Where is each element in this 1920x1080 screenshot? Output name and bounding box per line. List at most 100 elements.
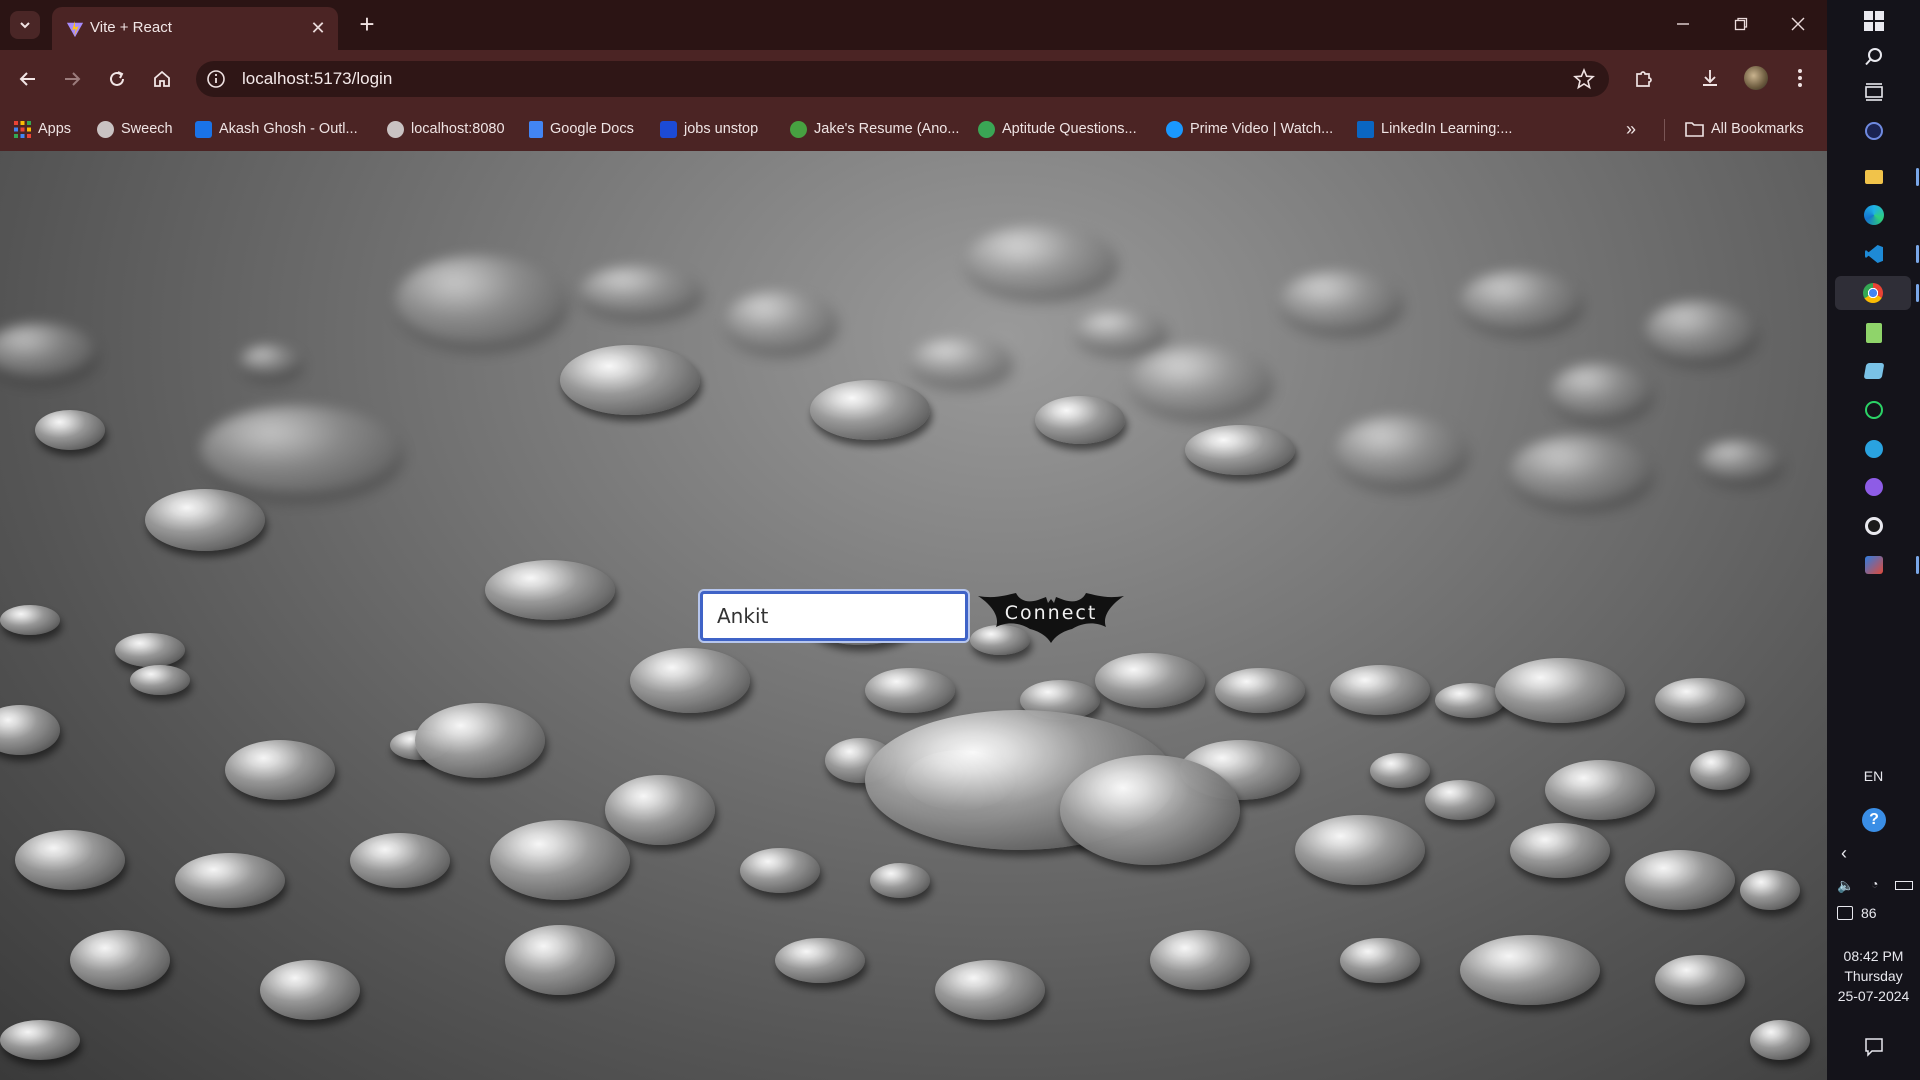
taskbar-app-telegram[interactable] (1857, 432, 1891, 466)
extensions-button[interactable] (1629, 63, 1659, 93)
clock[interactable]: 08:42 PM Thursday 25-07-2024 (1827, 946, 1920, 1006)
search-button[interactable] (1857, 40, 1891, 74)
taskbar-app-whatsapp[interactable] (1857, 393, 1891, 427)
taskbar-app-remote[interactable] (1857, 548, 1891, 582)
all-bookmarks-button[interactable]: All Bookmarks (1685, 118, 1804, 140)
show-hidden-icons-button[interactable]: ‹ (1841, 843, 1847, 864)
taskbar-app-notepad[interactable] (1857, 316, 1891, 350)
bookmark-label: jobs unstop (684, 121, 759, 137)
profile-button[interactable] (1741, 63, 1771, 93)
site-info-icon[interactable] (206, 69, 226, 89)
close-tab-icon[interactable]: ✕ (306, 16, 330, 40)
url-text: localhost:5173/login (242, 69, 393, 88)
bookmark-aptitude[interactable]: Aptitude Questions... (978, 118, 1137, 140)
notification-center-button[interactable] (1857, 1030, 1891, 1064)
water-drop (240, 345, 300, 375)
running-indicator (1916, 556, 1919, 574)
water-drop (560, 345, 700, 415)
browser-menu-button[interactable] (1785, 63, 1815, 93)
name-input[interactable] (700, 591, 968, 641)
remote-app-icon (1865, 556, 1883, 574)
water-drop (0, 322, 95, 378)
home-button[interactable] (146, 63, 178, 95)
more-bookmarks-button[interactable]: » (1626, 118, 1636, 140)
notification-indicator[interactable]: 86 (1837, 905, 1913, 921)
prime-video-icon (1166, 120, 1183, 138)
reload-button[interactable] (101, 63, 133, 95)
water-drop (1545, 760, 1655, 820)
water-drop (1425, 780, 1495, 820)
water-drop (810, 380, 930, 440)
browser-window: Vite + React ✕ + localhost:5173/login Ap… (0, 0, 1827, 1080)
restore-button[interactable] (1718, 8, 1764, 40)
water-drop (1215, 667, 1305, 713)
water-drop (260, 960, 360, 1020)
chrome-app-icon (1863, 283, 1883, 303)
notification-count: 86 (1861, 905, 1877, 921)
vite-icon (66, 20, 84, 38)
taskbar-app-github[interactable] (1857, 470, 1891, 504)
water-drop (935, 960, 1045, 1020)
bookmark-linkedin-learning[interactable]: LinkedIn Learning:... (1357, 118, 1512, 140)
bookmark-star-icon[interactable] (1573, 68, 1595, 90)
bookmark-jakes-resume[interactable]: Jake's Resume (Ano... (790, 118, 959, 140)
water-drop (130, 665, 190, 695)
toolbar: localhost:5173/login (0, 50, 1827, 108)
connect-button[interactable]: Connect (976, 591, 1126, 643)
help-button[interactable]: ? (1857, 803, 1891, 837)
language-indicator[interactable]: EN (1827, 768, 1920, 784)
water-drop (225, 740, 335, 800)
water-drop (0, 705, 60, 755)
water-drop (1700, 440, 1780, 480)
water-drop (865, 667, 955, 713)
avatar (1744, 66, 1768, 90)
running-indicator (1916, 168, 1919, 186)
arrow-right-icon (65, 72, 81, 86)
water-drop (485, 560, 615, 620)
bookmark-jobs-unstop[interactable]: jobs unstop (660, 118, 758, 140)
back-button[interactable] (12, 63, 44, 95)
tab-active[interactable]: Vite + React ✕ (52, 7, 338, 50)
water-drop (1295, 815, 1425, 885)
tab-search-button[interactable] (10, 11, 40, 39)
taskbar-app-clock[interactable] (1857, 114, 1891, 148)
forward-button[interactable] (56, 63, 88, 95)
address-bar[interactable]: localhost:5173/login (196, 61, 1609, 97)
taskbar-app-vscode[interactable] (1857, 237, 1891, 271)
bookmark-label: Akash Ghosh - Outl... (219, 121, 358, 137)
taskbar-app-edge[interactable] (1857, 198, 1891, 232)
task-view-button[interactable] (1857, 75, 1891, 109)
new-tab-button[interactable]: + (352, 10, 382, 40)
taskbar-app-files[interactable] (1857, 354, 1891, 388)
taskbar-app-obs[interactable] (1857, 509, 1891, 543)
downloads-button[interactable] (1695, 63, 1725, 93)
bookmark-outlook[interactable]: Akash Ghosh - Outl... (195, 118, 358, 140)
home-icon (154, 70, 170, 87)
outlook-icon (195, 120, 212, 138)
indiabix-icon (978, 120, 995, 138)
water-drop (1655, 677, 1745, 723)
edge-app-icon (1864, 205, 1884, 225)
water-drop (395, 255, 565, 345)
bookmark-prime-video[interactable]: Prime Video | Watch... (1166, 118, 1333, 140)
minimize-button[interactable] (1660, 8, 1706, 40)
water-drop (1750, 1020, 1810, 1060)
close-window-button[interactable] (1775, 8, 1821, 40)
bookmark-apps[interactable]: Apps (14, 118, 71, 140)
taskbar-app-chrome[interactable] (1835, 276, 1911, 310)
water-drop (1625, 850, 1735, 910)
bookmark-google-docs[interactable]: Google Docs (529, 118, 634, 140)
water-drop (965, 225, 1115, 295)
bookmark-label: LinkedIn Learning:... (1381, 121, 1513, 137)
water-drop (580, 265, 700, 315)
start-button[interactable] (1857, 4, 1891, 38)
water-drop (35, 410, 105, 450)
water-drop (630, 647, 750, 713)
taskbar-app-explorer[interactable] (1857, 160, 1891, 194)
bookmark-localhost-8080[interactable]: localhost:8080 (387, 118, 505, 140)
bookmark-sweech[interactable]: Sweech (97, 118, 173, 140)
page-viewport: Connect (0, 151, 1827, 1080)
clock-time: 08:42 PM (1843, 948, 1904, 964)
volume-icon: 🔈 (1837, 877, 1855, 893)
system-tray-icons[interactable]: 🔈 ◔ (1837, 877, 1913, 894)
